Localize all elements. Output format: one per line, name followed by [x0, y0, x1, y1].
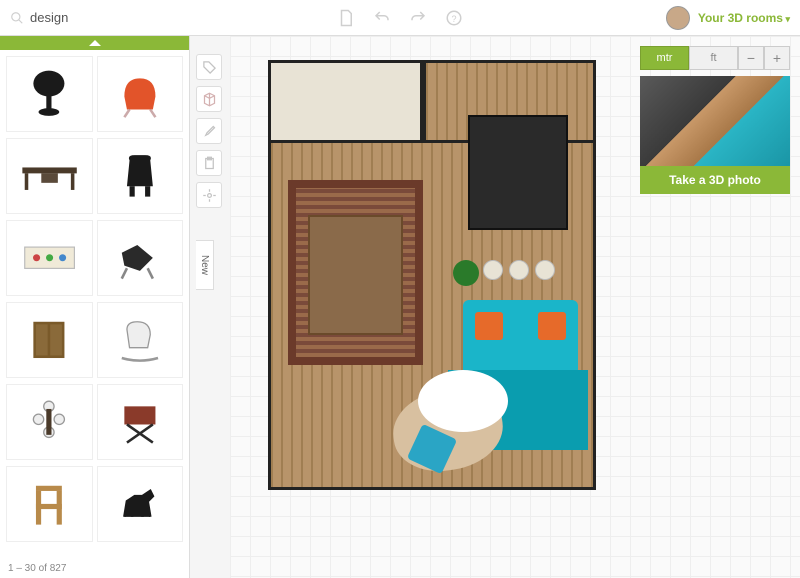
preview-3d[interactable]: [640, 76, 790, 166]
kitchen-island[interactable]: [468, 115, 568, 230]
redo-icon[interactable]: [409, 9, 427, 27]
stools: [483, 260, 555, 280]
rooms-dropdown[interactable]: Your 3D rooms: [698, 11, 790, 25]
cube-tool[interactable]: [196, 86, 222, 112]
header-right: Your 3D rooms: [666, 6, 790, 30]
unit-mtr[interactable]: mtr: [640, 46, 689, 70]
search-input[interactable]: [30, 10, 160, 25]
avatar[interactable]: [666, 6, 690, 30]
sofa[interactable]: [463, 300, 578, 375]
brush-tool[interactable]: [196, 118, 222, 144]
zoom-in[interactable]: +: [764, 46, 790, 70]
sidebar: 1 – 30 of 827: [0, 36, 190, 578]
stool[interactable]: [509, 260, 529, 280]
item-cabinet[interactable]: [6, 302, 93, 378]
settings-tool[interactable]: [196, 182, 222, 208]
new-tab[interactable]: New: [196, 240, 214, 290]
clipboard-tool[interactable]: [196, 150, 222, 176]
header: ? Your 3D rooms: [0, 0, 800, 36]
item-lounge-chair[interactable]: [97, 220, 184, 296]
item-black-armchair[interactable]: [97, 138, 184, 214]
unit-toggle: mtr ft − +: [640, 46, 790, 70]
take-3d-photo-button[interactable]: Take a 3D photo: [640, 166, 790, 194]
item-orange-chair[interactable]: [97, 56, 184, 132]
pagination-text: 1 – 30 of 827: [8, 563, 66, 574]
item-desk[interactable]: [6, 138, 93, 214]
right-panel: mtr ft − + Take a 3D photo: [640, 46, 790, 194]
search-box: [10, 10, 180, 25]
item-tray-table[interactable]: [97, 384, 184, 460]
zoom-out[interactable]: −: [738, 46, 764, 70]
header-toolbar: ?: [337, 9, 463, 27]
dining-table[interactable]: [308, 215, 403, 335]
coffee-table[interactable]: [418, 370, 508, 432]
plant[interactable]: [453, 260, 479, 286]
stool[interactable]: [483, 260, 503, 280]
undo-icon[interactable]: [373, 9, 391, 27]
unit-ft[interactable]: ft: [689, 46, 738, 70]
svg-text:?: ?: [451, 13, 456, 23]
floorplan: [268, 60, 596, 490]
item-horse-figurine[interactable]: [97, 466, 184, 542]
room-corridor: [268, 60, 423, 143]
help-icon[interactable]: ?: [445, 9, 463, 27]
search-icon: [10, 11, 24, 25]
item-candelabra[interactable]: [6, 384, 93, 460]
stool[interactable]: [535, 260, 555, 280]
tag-tool[interactable]: [196, 54, 222, 80]
item-wood-chair[interactable]: [6, 466, 93, 542]
item-table-lamp[interactable]: [6, 56, 93, 132]
item-decor-box[interactable]: [6, 220, 93, 296]
toolstrip: [196, 54, 224, 208]
furniture-grid: [0, 50, 189, 550]
new-doc-icon[interactable]: [337, 9, 355, 27]
item-rocking-chair[interactable]: [97, 302, 184, 378]
collapse-sidebar[interactable]: [0, 36, 189, 50]
